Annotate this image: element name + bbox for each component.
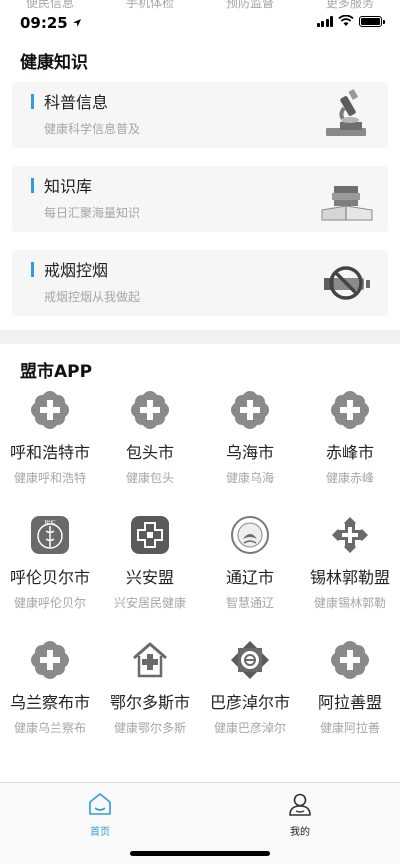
ghost-tab: 便民信息 xyxy=(25,0,74,10)
app-item[interactable]: 包头市 健康包头 xyxy=(100,390,200,515)
app-item[interactable]: 阿拉善盟 健康阿拉善 xyxy=(300,640,400,765)
app-name: 呼和浩特市 xyxy=(9,443,90,462)
tab-home-label: 首页 xyxy=(90,827,110,838)
apps-section: 盟市APP 呼和浩特市 健康呼和浩特 包头市 健康包头 乌海市 健康乌海 赤峰市 健康赤峰 NH… xyxy=(0,344,400,782)
status-bar: 便民信息 手机体检 预防监督 更多服务 09:25 xyxy=(0,0,400,40)
hospital-cross-icon xyxy=(131,516,169,554)
home-icon xyxy=(89,793,111,815)
app-item[interactable]: 巴彦淖尔市健康巴彦淖尔 xyxy=(200,640,300,765)
status-time: 09:25 xyxy=(20,14,68,32)
app-subtitle: 健康赤峰 xyxy=(325,471,374,485)
nhc-icon: NHC xyxy=(31,516,69,554)
seal-icon xyxy=(231,516,269,554)
app-name: 乌兰察布市 xyxy=(9,693,90,712)
ghost-tab: 更多服务 xyxy=(325,0,374,10)
knowledge-card-library[interactable]: 知识库 每日汇聚海量知识 xyxy=(12,166,388,232)
app-item[interactable]: NHC 呼伦贝尔市健康呼伦贝尔 xyxy=(0,515,100,640)
knowledge-section: 健康知识 科普信息 健康科学信息普及 知识库 每日汇聚海量知识 戒烟控烟 戒烟控… xyxy=(0,40,400,330)
scrolled-tab-strip: 便民信息 手机体检 预防监督 更多服务 xyxy=(0,0,400,11)
ghost-tab: 预防监督 xyxy=(225,0,274,10)
home-indicator xyxy=(130,851,270,856)
app-item[interactable]: 乌兰察布市健康乌兰察布 xyxy=(0,640,100,765)
knowledge-section-title: 健康知识 xyxy=(20,53,88,73)
app-name: 鄂尔多斯市 xyxy=(109,693,190,712)
app-name: 通辽市 xyxy=(225,568,274,587)
app-name: 锡林郭勒盟 xyxy=(309,568,390,587)
app-item[interactable]: 兴安盟 兴安居民健康 xyxy=(100,515,200,640)
accent-bar xyxy=(31,94,34,109)
card-title: 知识库 xyxy=(44,177,93,196)
app-name: 乌海市 xyxy=(225,443,274,462)
house-cross-icon xyxy=(133,642,167,678)
app-subtitle: 健康锡林郭勒 xyxy=(313,596,386,610)
app-name: 赤峰市 xyxy=(325,443,374,462)
books-icon xyxy=(321,186,373,221)
app-name: 巴彦淖尔市 xyxy=(209,693,290,712)
cellular-signal-icon xyxy=(316,15,333,27)
card-subtitle: 每日汇聚海量知识 xyxy=(44,206,141,220)
app-subtitle: 兴安居民健康 xyxy=(113,596,186,610)
app-item[interactable]: 锡林郭勒盟健康锡林郭勒 xyxy=(300,515,400,640)
app-subtitle: 健康包头 xyxy=(125,471,174,485)
card-subtitle: 健康科学信息普及 xyxy=(44,122,141,136)
card-title: 戒烟控烟 xyxy=(44,261,109,280)
svg-text:NHC: NHC xyxy=(45,520,57,526)
battery-icon xyxy=(359,15,385,27)
app-subtitle: 健康呼伦贝尔 xyxy=(13,596,86,610)
knowledge-card-science[interactable]: 科普信息 健康科学信息普及 xyxy=(12,82,388,148)
app-item[interactable]: 乌海市 健康乌海 xyxy=(200,390,300,515)
status-time-group: 09:25 xyxy=(20,14,82,32)
app-item[interactable]: 通辽市 智慧通辽 xyxy=(200,515,300,640)
app-subtitle: 健康巴彦淖尔 xyxy=(213,721,286,735)
accent-bar xyxy=(31,262,34,277)
app-name: 呼伦贝尔市 xyxy=(9,568,90,587)
ghost-tab: 手机体检 xyxy=(125,0,174,10)
app-subtitle: 健康阿拉善 xyxy=(319,721,380,735)
flower-cross-icon xyxy=(31,641,69,679)
wifi-icon xyxy=(338,15,354,26)
tab-mine-label: 我的 xyxy=(290,827,310,838)
app-item[interactable]: 鄂尔多斯市健康鄂尔多斯 xyxy=(100,640,200,765)
status-indicators xyxy=(316,15,385,27)
knowledge-card-smoking[interactable]: 戒烟控烟 戒烟控烟从我做起 xyxy=(12,250,388,316)
app-subtitle: 健康乌海 xyxy=(225,471,274,485)
card-subtitle: 戒烟控烟从我做起 xyxy=(44,290,141,304)
main-content[interactable]: 健康知识 科普信息 健康科学信息普及 知识库 每日汇聚海量知识 戒烟控烟 戒烟控… xyxy=(0,40,400,782)
app-name: 包头市 xyxy=(125,443,174,462)
apps-grid: 呼和浩特市 健康呼和浩特 包头市 健康包头 乌海市 健康乌海 赤峰市 健康赤峰 NHC 呼伦贝尔市… xyxy=(0,390,400,782)
accent-bar xyxy=(31,178,34,193)
flower-cross-icon xyxy=(131,391,169,429)
user-icon xyxy=(289,793,311,816)
card-title: 科普信息 xyxy=(44,93,109,112)
flower-cross-icon xyxy=(331,641,369,679)
flower-cross-icon xyxy=(31,391,69,429)
app-subtitle: 健康呼和浩特 xyxy=(13,471,86,485)
app-name: 阿拉善盟 xyxy=(317,693,382,712)
microscope-icon xyxy=(326,89,366,136)
square-emblem-icon xyxy=(231,641,269,679)
location-arrow-icon xyxy=(72,19,81,27)
app-subtitle: 健康鄂尔多斯 xyxy=(113,721,186,735)
diamond-cross-icon xyxy=(332,517,368,553)
app-item[interactable]: 赤峰市 健康赤峰 xyxy=(300,390,400,515)
app-subtitle: 健康乌兰察布 xyxy=(13,721,86,735)
flower-cross-icon xyxy=(331,391,369,429)
flower-cross-icon xyxy=(231,391,269,429)
apps-section-title: 盟市APP xyxy=(20,362,93,382)
no-smoking-icon xyxy=(324,266,370,300)
app-subtitle: 智慧通辽 xyxy=(225,596,274,610)
app-item[interactable]: 呼和浩特市健康呼和浩特 xyxy=(0,390,100,515)
section-divider xyxy=(0,330,400,344)
app-name: 兴安盟 xyxy=(125,568,174,587)
